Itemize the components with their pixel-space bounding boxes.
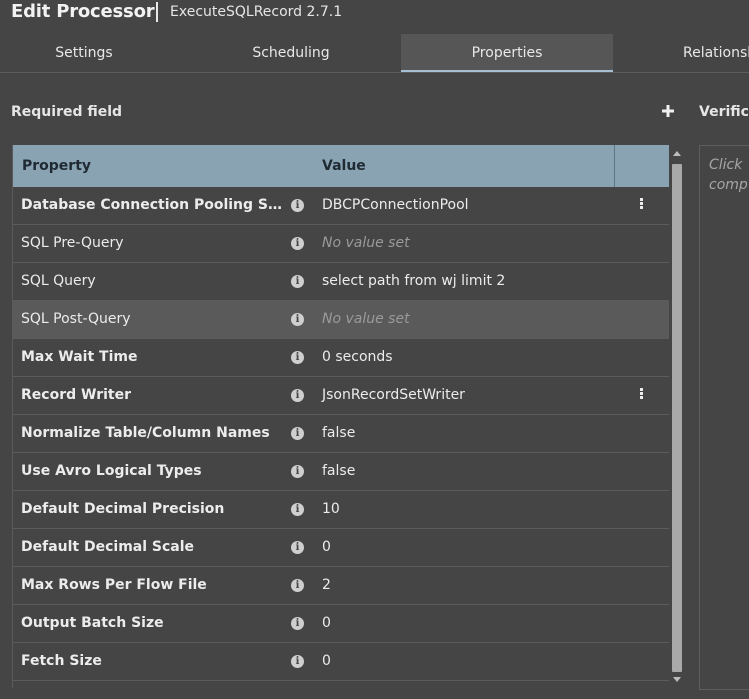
tab-relationships[interactable]: Relationsh: [683, 34, 749, 72]
property-name: SQL Query: [21, 273, 96, 289]
property-name: Database Connection Pooling Ser…: [21, 197, 289, 213]
property-value[interactable]: 0 seconds: [322, 339, 612, 376]
tab-divider: [0, 72, 749, 73]
property-value[interactable]: 10: [322, 491, 612, 528]
kebab-dot: [639, 392, 643, 395]
tab-bar: Settings Scheduling Properties Relations…: [0, 34, 749, 72]
processor-type: ExecuteSQLRecord 2.7.1: [170, 4, 343, 20]
property-value[interactable]: JsonRecordSetWriter: [322, 377, 612, 414]
table-row[interactable]: Record Writer i JsonRecordSetWriter: [13, 377, 670, 415]
property-value[interactable]: 0: [322, 605, 612, 642]
info-icon[interactable]: i: [291, 427, 304, 440]
info-icon[interactable]: i: [291, 541, 304, 554]
table-row[interactable]: Default Decimal Scale i 0: [13, 529, 670, 567]
property-name: Max Wait Time: [21, 349, 138, 365]
properties-table: Property Value Database Connection Pooli…: [12, 145, 670, 688]
kebab-menu-icon[interactable]: [637, 197, 645, 214]
property-name: SQL Pre-Query: [21, 235, 124, 251]
add-property-button[interactable]: [659, 98, 677, 124]
verification-hint: Click comp: [709, 157, 748, 193]
property-name: Default Decimal Scale: [21, 539, 195, 555]
info-icon[interactable]: i: [291, 199, 304, 212]
table-row[interactable]: Database Connection Pooling Ser… i DBCPCon…: [13, 187, 670, 225]
property-value[interactable]: 0: [322, 529, 612, 566]
table-row[interactable]: SQL Pre-Query i No value set: [13, 225, 670, 263]
info-icon[interactable]: i: [291, 579, 304, 592]
tab-scheduling[interactable]: Scheduling: [191, 34, 391, 72]
info-icon[interactable]: i: [291, 275, 304, 288]
property-name: Normalize Table/Column Names: [21, 425, 270, 441]
table-row[interactable]: Normalize Table/Column Names i false: [13, 415, 670, 453]
verification-panel: Click comp: [699, 145, 749, 690]
kebab-menu-icon[interactable]: [637, 387, 645, 404]
table-header: Property Value: [13, 145, 670, 187]
info-icon[interactable]: i: [291, 313, 304, 326]
tab-settings[interactable]: Settings: [0, 34, 168, 72]
required-field-label: Required field: [11, 104, 123, 120]
property-value[interactable]: No value set: [322, 301, 612, 338]
title-separator: [156, 2, 158, 22]
tab-properties[interactable]: Properties: [401, 34, 613, 72]
info-icon[interactable]: i: [291, 655, 304, 668]
table-row[interactable]: Max Rows Per Flow File i 2: [13, 567, 670, 605]
table-row[interactable]: Use Avro Logical Types i false: [13, 453, 670, 491]
scroll-down-arrow-icon[interactable]: [673, 677, 681, 682]
property-value[interactable]: DBCPConnectionPool: [322, 187, 612, 224]
column-header-value[interactable]: Value: [322, 145, 366, 187]
property-name: Fetch Size: [21, 653, 102, 669]
table-row[interactable]: Output Batch Size i 0: [13, 605, 670, 643]
table-row[interactable]: SQL Post-Query i No value set: [13, 301, 670, 339]
property-name: Use Avro Logical Types: [21, 463, 202, 479]
column-header-property[interactable]: Property: [22, 145, 91, 187]
property-value[interactable]: 2: [322, 567, 612, 604]
info-icon[interactable]: i: [291, 389, 304, 402]
info-icon[interactable]: i: [291, 465, 304, 478]
property-name: SQL Post-Query: [21, 311, 131, 327]
info-icon[interactable]: i: [291, 617, 304, 630]
property-name: Default Decimal Precision: [21, 501, 225, 517]
dialog-title: Edit Processor: [11, 1, 155, 22]
kebab-dot: [639, 206, 643, 209]
property-value[interactable]: No value set: [322, 225, 612, 262]
verification-title: Verific: [699, 104, 749, 120]
property-value[interactable]: 0: [322, 643, 612, 680]
table-row[interactable]: Default Decimal Precision i 10: [13, 491, 670, 529]
info-icon[interactable]: i: [291, 503, 304, 516]
scrollbar-thumb[interactable]: [672, 164, 682, 672]
dialog-header: Edit Processor ExecuteSQLRecord 2.7.1: [0, 0, 749, 30]
property-value[interactable]: false: [322, 453, 612, 490]
property-value[interactable]: false: [322, 415, 612, 452]
kebab-dot: [639, 202, 643, 205]
property-name: Max Rows Per Flow File: [21, 577, 207, 593]
plus-icon: [662, 105, 674, 117]
table-row[interactable]: Max Wait Time i 0 seconds: [13, 339, 670, 377]
kebab-dot: [639, 198, 643, 201]
table-scrollbar[interactable]: [669, 145, 685, 688]
info-icon[interactable]: i: [291, 351, 304, 364]
kebab-dot: [639, 388, 643, 391]
header-divider: [614, 145, 615, 187]
property-value[interactable]: select path from wj limit 2: [322, 263, 612, 300]
table-row[interactable]: Fetch Size i 0: [13, 643, 670, 681]
table-row[interactable]: SQL Query i select path from wj limit 2: [13, 263, 670, 301]
property-name: Record Writer: [21, 387, 131, 403]
kebab-dot: [639, 396, 643, 399]
scroll-up-arrow-icon[interactable]: [673, 151, 681, 156]
property-name: Output Batch Size: [21, 615, 164, 631]
info-icon[interactable]: i: [291, 237, 304, 250]
